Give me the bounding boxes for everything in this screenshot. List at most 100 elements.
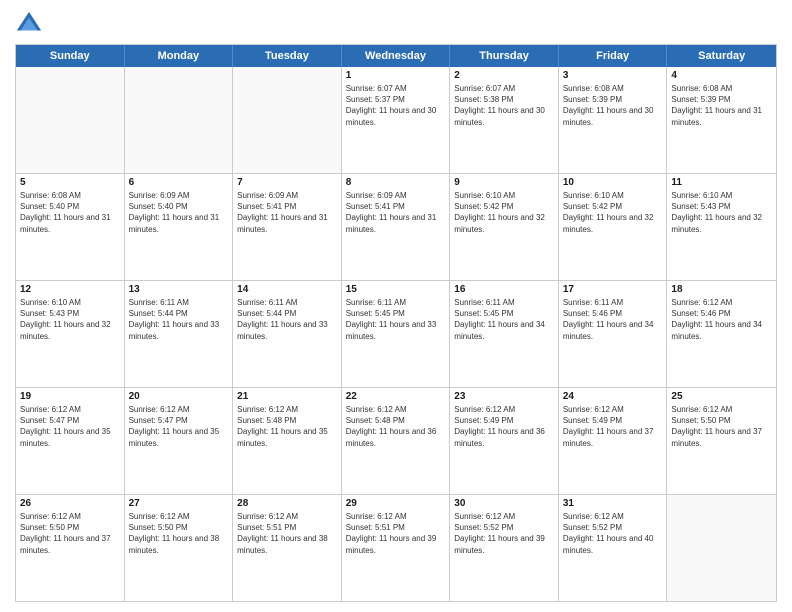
cell-info: Sunrise: 6:12 AMSunset: 5:52 PMDaylight:… [454,511,554,556]
calendar-cell: 22Sunrise: 6:12 AMSunset: 5:48 PMDayligh… [342,388,451,494]
calendar-row-0: 1Sunrise: 6:07 AMSunset: 5:37 PMDaylight… [16,67,776,174]
day-number: 13 [129,284,229,295]
header-thursday: Thursday [450,45,559,67]
header-tuesday: Tuesday [233,45,342,67]
calendar-cell: 15Sunrise: 6:11 AMSunset: 5:45 PMDayligh… [342,281,451,387]
day-number: 16 [454,284,554,295]
day-number: 23 [454,391,554,402]
calendar-cell: 29 Sunrise: 6:12 AMSunset: 5:51 PMDayligh… [342,495,451,601]
header-wednesday: Wednesday [342,45,451,67]
day-number: 8 [346,177,446,188]
cell-info: Sunrise: 6:11 AMSunset: 5:44 PMDaylight:… [129,297,229,342]
day-number: 27 [129,498,229,509]
calendar-row-3: 19 Sunrise: 6:12 AMSunset: 5:47 PMDayligh… [16,388,776,495]
cell-info: Sunrise: 6:07 AMSunset: 5:37 PMDaylight:… [346,83,446,128]
day-number: 24 [563,391,663,402]
cell-info: Sunrise: 6:12 AMSunset: 5:51 PMDaylight:… [346,511,446,556]
cell-info: Sunrise: 6:12 AMSunset: 5:50 PMDaylight:… [129,511,229,556]
day-number: 12 [20,284,120,295]
calendar-cell: 9Sunrise: 6:10 AMSunset: 5:42 PMDaylight… [450,174,559,280]
header-friday: Friday [559,45,668,67]
cell-info: Sunrise: 6:10 AMSunset: 5:42 PMDaylight:… [563,190,663,235]
cell-info: Sunrise: 6:11 AMSunset: 5:46 PMDaylight:… [563,297,663,342]
day-number: 28 [237,498,337,509]
day-number: 18 [671,284,772,295]
day-number: 10 [563,177,663,188]
calendar-cell: 8 Sunrise: 6:09 AMSunset: 5:41 PMDaylight… [342,174,451,280]
cell-info: Sunrise: 6:12 AMSunset: 5:49 PMDaylight:… [563,404,663,449]
calendar-cell: 12 Sunrise: 6:10 AMSunset: 5:43 PMDayligh… [16,281,125,387]
calendar-header: Sunday Monday Tuesday Wednesday Thursday… [16,45,776,67]
header [15,10,777,38]
cell-info: Sunrise: 6:11 AMSunset: 5:44 PMDaylight:… [237,297,337,342]
day-number: 19 [20,391,120,402]
page: Sunday Monday Tuesday Wednesday Thursday… [0,0,792,612]
day-number: 26 [20,498,120,509]
cell-info: Sunrise: 6:12 AMSunset: 5:51 PMDaylight:… [237,511,337,556]
cell-info: Sunrise: 6:10 AMSunset: 5:43 PMDaylight:… [671,190,772,235]
cell-info: Sunrise: 6:12 AMSunset: 5:47 PMDaylight:… [20,404,120,449]
calendar-cell: 16 Sunrise: 6:11 AMSunset: 5:45 PMDayligh… [450,281,559,387]
calendar-cell: 13 Sunrise: 6:11 AMSunset: 5:44 PMDayligh… [125,281,234,387]
cell-info: Sunrise: 6:08 AMSunset: 5:39 PMDaylight:… [563,83,663,128]
logo [15,10,47,38]
calendar-cell: 31 Sunrise: 6:12 AMSunset: 5:52 PMDayligh… [559,495,668,601]
calendar: Sunday Monday Tuesday Wednesday Thursday… [15,44,777,602]
calendar-cell: 24 Sunrise: 6:12 AMSunset: 5:49 PMDayligh… [559,388,668,494]
cell-info: Sunrise: 6:12 AMSunset: 5:46 PMDaylight:… [671,297,772,342]
cell-info: Sunrise: 6:09 AMSunset: 5:41 PMDaylight:… [237,190,337,235]
calendar-body: 1Sunrise: 6:07 AMSunset: 5:37 PMDaylight… [16,67,776,601]
header-saturday: Saturday [667,45,776,67]
cell-info: Sunrise: 6:09 AMSunset: 5:41 PMDaylight:… [346,190,446,235]
logo-icon [15,10,43,38]
cell-info: Sunrise: 6:08 AMSunset: 5:40 PMDaylight:… [20,190,120,235]
calendar-cell: 23 Sunrise: 6:12 AMSunset: 5:49 PMDayligh… [450,388,559,494]
calendar-cell: 25Sunrise: 6:12 AMSunset: 5:50 PMDayligh… [667,388,776,494]
calendar-cell: 6Sunrise: 6:09 AMSunset: 5:40 PMDaylight… [125,174,234,280]
calendar-cell: 5Sunrise: 6:08 AMSunset: 5:40 PMDaylight… [16,174,125,280]
header-monday: Monday [125,45,234,67]
day-number: 21 [237,391,337,402]
day-number: 25 [671,391,772,402]
day-number: 22 [346,391,446,402]
cell-info: Sunrise: 6:11 AMSunset: 5:45 PMDaylight:… [454,297,554,342]
day-number: 14 [237,284,337,295]
cell-info: Sunrise: 6:12 AMSunset: 5:48 PMDaylight:… [237,404,337,449]
day-number: 4 [671,70,772,81]
day-number: 7 [237,177,337,188]
day-number: 17 [563,284,663,295]
header-sunday: Sunday [16,45,125,67]
calendar-cell: 30 Sunrise: 6:12 AMSunset: 5:52 PMDayligh… [450,495,559,601]
calendar-cell: 10 Sunrise: 6:10 AMSunset: 5:42 PMDayligh… [559,174,668,280]
cell-info: Sunrise: 6:12 AMSunset: 5:47 PMDaylight:… [129,404,229,449]
calendar-cell: 3 Sunrise: 6:08 AMSunset: 5:39 PMDaylight… [559,67,668,173]
calendar-cell: 4 Sunrise: 6:08 AMSunset: 5:39 PMDaylight… [667,67,776,173]
day-number: 11 [671,177,772,188]
calendar-cell [233,67,342,173]
calendar-cell: 21 Sunrise: 6:12 AMSunset: 5:48 PMDayligh… [233,388,342,494]
calendar-row-2: 12 Sunrise: 6:10 AMSunset: 5:43 PMDayligh… [16,281,776,388]
calendar-cell [125,67,234,173]
cell-info: Sunrise: 6:12 AMSunset: 5:49 PMDaylight:… [454,404,554,449]
day-number: 20 [129,391,229,402]
calendar-cell: 28 Sunrise: 6:12 AMSunset: 5:51 PMDayligh… [233,495,342,601]
day-number: 31 [563,498,663,509]
calendar-cell: 18 Sunrise: 6:12 AMSunset: 5:46 PMDayligh… [667,281,776,387]
cell-info: Sunrise: 6:09 AMSunset: 5:40 PMDaylight:… [129,190,229,235]
calendar-row-1: 5Sunrise: 6:08 AMSunset: 5:40 PMDaylight… [16,174,776,281]
day-number: 30 [454,498,554,509]
day-number: 9 [454,177,554,188]
cell-info: Sunrise: 6:12 AMSunset: 5:50 PMDaylight:… [20,511,120,556]
day-number: 29 [346,498,446,509]
calendar-cell: 19 Sunrise: 6:12 AMSunset: 5:47 PMDayligh… [16,388,125,494]
calendar-cell: 26 Sunrise: 6:12 AMSunset: 5:50 PMDayligh… [16,495,125,601]
calendar-row-4: 26 Sunrise: 6:12 AMSunset: 5:50 PMDayligh… [16,495,776,601]
cell-info: Sunrise: 6:10 AMSunset: 5:43 PMDaylight:… [20,297,120,342]
calendar-cell: 20 Sunrise: 6:12 AMSunset: 5:47 PMDayligh… [125,388,234,494]
calendar-cell [16,67,125,173]
calendar-cell: 17 Sunrise: 6:11 AMSunset: 5:46 PMDayligh… [559,281,668,387]
calendar-cell: 14 Sunrise: 6:11 AMSunset: 5:44 PMDayligh… [233,281,342,387]
day-number: 3 [563,70,663,81]
cell-info: Sunrise: 6:12 AMSunset: 5:52 PMDaylight:… [563,511,663,556]
cell-info: Sunrise: 6:08 AMSunset: 5:39 PMDaylight:… [671,83,772,128]
